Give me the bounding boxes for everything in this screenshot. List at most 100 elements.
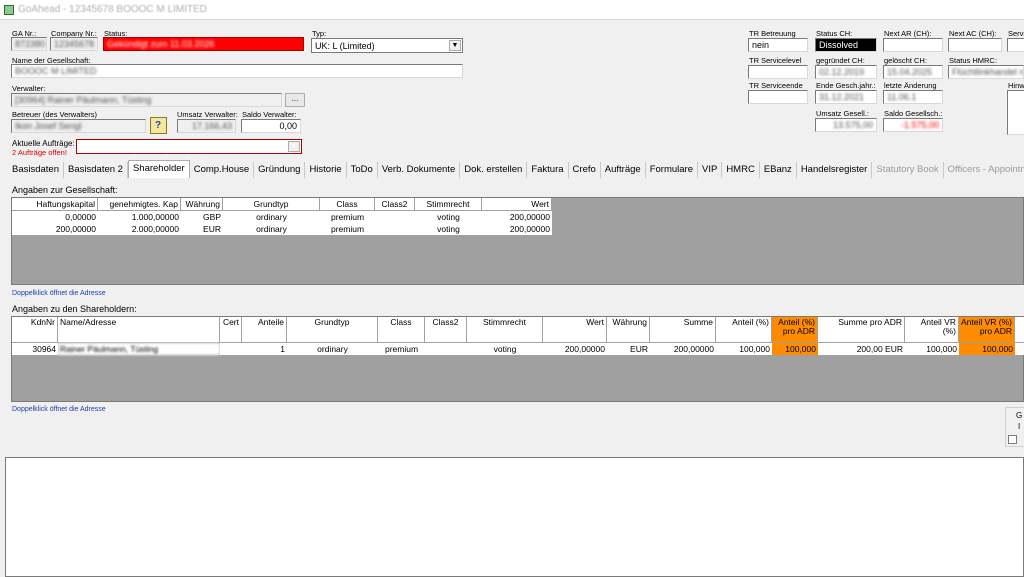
column-header[interactable]: Anteil (%) [716, 317, 772, 343]
verwalter-browse-button[interactable]: ... [285, 93, 305, 107]
verwalter-field[interactable]: [30964] Rainer Päulmann, Tüsting [11, 93, 282, 107]
table-cell[interactable]: 2.000,00000 [98, 223, 181, 235]
table-cell[interactable] [1015, 343, 1024, 355]
table-cell[interactable]: premium [320, 223, 375, 235]
company-field[interactable]: 12345678 [50, 37, 98, 51]
table-cell[interactable]: EUR [607, 343, 650, 355]
column-header[interactable]: Stimmrecht [467, 317, 543, 343]
tab-ebanz[interactable]: EBanz [760, 162, 797, 178]
name-field[interactable]: BOOOC M LIMITED [11, 64, 463, 78]
column-header[interactable]: KdnNr [12, 317, 58, 343]
column-header[interactable]: Haftungskapital [12, 198, 98, 211]
tab-auftr-ge[interactable]: Aufträge [601, 162, 646, 178]
column-header[interactable]: Wert [482, 198, 552, 211]
tab-handelsregister[interactable]: Handelsregister [797, 162, 873, 178]
gegruendet-value: 02.12.2019 [819, 67, 865, 77]
table-cell[interactable]: 200,00000 [482, 211, 552, 223]
geloescht-value: 15.04.2025 [887, 67, 933, 77]
tab-faktura[interactable]: Faktura [527, 162, 569, 178]
table-cell[interactable]: ordinary [223, 211, 320, 223]
table-cell[interactable]: ordinary [223, 223, 320, 235]
table-cell[interactable]: 100,000 [959, 343, 1015, 355]
auftraege-warning: 2 Aufträge offen! [12, 148, 67, 157]
table-cell[interactable]: 30964 [12, 343, 58, 355]
column-header[interactable]: F [1015, 317, 1024, 343]
hinw-field[interactable] [1007, 90, 1024, 135]
tab-statutory-book[interactable]: Statutory Book [872, 162, 944, 178]
tab-verb-dokumente[interactable]: Verb. Dokumente [378, 162, 461, 178]
table-cell[interactable]: 200,00000 [482, 223, 552, 235]
table-cell[interactable]: voting [415, 211, 482, 223]
status-field[interactable]: Gekündigt zum 11.03.2026 [103, 37, 304, 51]
table-cell[interactable]: premium [320, 211, 375, 223]
column-header[interactable]: Name/Adresse [58, 317, 220, 343]
tr-servicelevel-field[interactable] [748, 65, 808, 79]
table-cell[interactable]: GBP [181, 211, 223, 223]
column-header[interactable]: Währung [607, 317, 650, 343]
help-icon[interactable]: ? [150, 117, 167, 134]
table-cell[interactable]: 200,00000 [543, 343, 607, 355]
column-header[interactable]: Stimmrecht [415, 198, 482, 211]
column-header[interactable]: Anteil (%) pro ADR [772, 317, 818, 343]
table-cell[interactable] [425, 343, 467, 355]
column-header[interactable]: Class2 [425, 317, 467, 343]
shareholder-grid: KdnNr Name/Adresse Cert Anteile Grundtyp Clas… [11, 316, 1024, 402]
tab-historie[interactable]: Historie [305, 162, 347, 178]
table-cell[interactable]: 0,00000 [12, 211, 98, 223]
table-cell[interactable]: 1.000,00000 [98, 211, 181, 223]
table-cell[interactable]: 200,00 EUR [818, 343, 905, 355]
tab-dok-erstellen[interactable]: Dok. erstellen [460, 162, 528, 178]
table-cell[interactable]: voting [415, 223, 482, 235]
auftraege-select[interactable]: Ltd. Gründung Auftragseingang ▼ [76, 139, 302, 154]
table-cell[interactable]: 100,000 [716, 343, 772, 355]
column-header[interactable]: Class2 [375, 198, 415, 211]
table-cell[interactable]: EUR [181, 223, 223, 235]
tr-betreuung-field[interactable]: nein [748, 38, 808, 52]
table-cell[interactable] [375, 223, 415, 235]
column-header[interactable]: Summe [650, 317, 716, 343]
table-cell[interactable]: Rainer Päulmann, Tüsting [58, 343, 220, 355]
column-header[interactable]: Summe pro ADR [818, 317, 905, 343]
column-header[interactable]: Class [320, 198, 375, 211]
tab-officers-appointments[interactable]: Officers - Appointments [944, 162, 1024, 178]
table-cell[interactable] [220, 343, 242, 355]
column-header[interactable]: genehmigtes. Kap [98, 198, 181, 211]
tab-shareholder[interactable]: Shareholder [127, 160, 190, 178]
table-cell[interactable]: premium [378, 343, 425, 355]
tab-gr-ndung[interactable]: Gründung [254, 162, 306, 178]
chevron-down-icon[interactable]: ▼ [449, 40, 461, 51]
tab-comp-house[interactable]: Comp.House [190, 162, 255, 178]
column-header[interactable]: Grundtyp [287, 317, 378, 343]
ga-field[interactable]: 872380 [11, 37, 47, 51]
column-header[interactable]: Wert [543, 317, 607, 343]
saldo-verwalter-field: 0,00 [241, 119, 301, 133]
column-header[interactable]: Anteil VR (%) pro ADR [959, 317, 1015, 343]
betreuer-field[interactable]: Ikon Josef Sengl [11, 119, 146, 133]
column-header[interactable]: Grundtyp [223, 198, 320, 211]
tab-formulare[interactable]: Formulare [646, 162, 698, 178]
tab-vip[interactable]: VIP [698, 162, 723, 178]
tab-basisdaten[interactable]: Basisdaten [8, 162, 65, 178]
tab-crefo[interactable]: Crefo [569, 162, 601, 178]
column-header[interactable]: Anteile [242, 317, 287, 343]
table-cell[interactable]: 100,000 [772, 343, 818, 355]
column-header[interactable]: Anteil VR (%) [905, 317, 959, 343]
typ-select[interactable]: UK: L (Limited) ▼ [311, 38, 463, 53]
table-cell[interactable] [375, 211, 415, 223]
table-cell[interactable]: 100,000 [905, 343, 959, 355]
column-header[interactable]: Class [378, 317, 425, 343]
chevron-down-icon[interactable]: ▼ [288, 141, 300, 152]
table-cell[interactable]: 200,00000 [650, 343, 716, 355]
table-cell[interactable]: ordinary [287, 343, 378, 355]
table-cell[interactable]: 1 [242, 343, 287, 355]
tab-basisdaten-2[interactable]: Basisdaten 2 [64, 162, 128, 178]
side-checkbox[interactable] [1008, 435, 1017, 444]
saldo-verwalter-value: 0,00 [279, 121, 297, 131]
tr-serviceende-field[interactable] [748, 90, 808, 104]
column-header[interactable]: Währung [181, 198, 223, 211]
tab-todo[interactable]: ToDo [347, 162, 378, 178]
tab-hmrc[interactable]: HMRC [722, 162, 760, 178]
table-cell[interactable]: 200,00000 [12, 223, 98, 235]
column-header[interactable]: Cert [220, 317, 242, 343]
table-cell[interactable]: voting [467, 343, 543, 355]
